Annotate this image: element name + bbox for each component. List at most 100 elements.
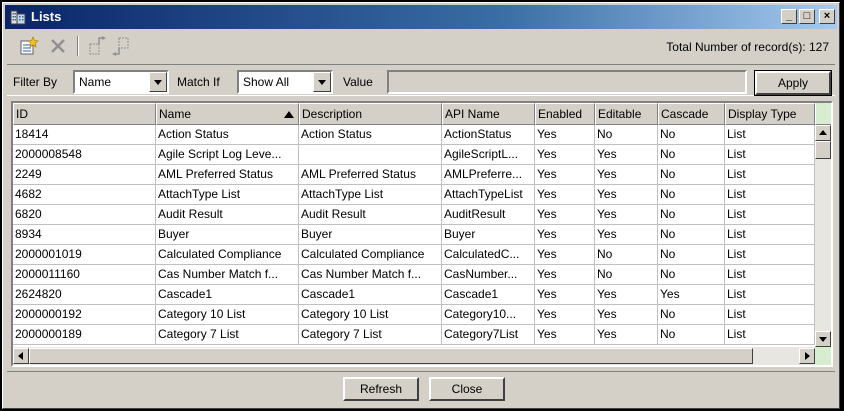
table-cell: Yes [535, 205, 595, 225]
table-row[interactable]: 2000011160 Cas Number Match f... Cas Numbe… [13, 265, 815, 285]
window-title: Lists [31, 9, 62, 24]
vertical-scroll-thumb[interactable] [815, 141, 831, 159]
table-row[interactable]: 2624820 Cascade1 Cascade1 Cascade1 Yes Yes Yes… [13, 285, 815, 305]
table-row[interactable]: 2000000189 Category 7 List Category 7 List… [13, 325, 815, 345]
column-header[interactable]: Description [299, 103, 442, 125]
scroll-up-button[interactable] [815, 125, 831, 141]
table-cell: 4682 [13, 185, 156, 205]
table-cell: Yes [535, 285, 595, 305]
table-cell: List [725, 305, 815, 325]
maximize-button[interactable]: □ [799, 9, 815, 24]
table-cell: Yes [535, 305, 595, 325]
close-button[interactable]: Close [429, 377, 505, 401]
table-cell: Yes [535, 165, 595, 185]
column-header[interactable]: ID [13, 103, 156, 125]
table-cell: Yes [595, 145, 658, 165]
table-cell: No [595, 265, 658, 285]
footer: Refresh Close [7, 371, 835, 407]
table-cell: Buyer [156, 225, 299, 245]
table-cell: List [725, 265, 815, 285]
new-list-icon[interactable] [17, 35, 39, 57]
table-cell: AuditResult [442, 205, 535, 225]
table-header: ID Name Description API Name Enabled Editable… [13, 103, 831, 125]
sort-ascending-icon [284, 111, 294, 118]
table-cell: Agile Script Log Leve... [156, 145, 299, 165]
filter-by-select[interactable]: Name [73, 70, 169, 94]
table-cell: AML Preferred Status [299, 165, 442, 185]
table-row[interactable]: 2000000192 Category 10 List Category 10 Li… [13, 305, 815, 325]
value-input[interactable] [387, 70, 747, 94]
column-header[interactable]: Cascade [658, 103, 725, 125]
table-cell: Yes [595, 225, 658, 245]
column-header[interactable]: Display Type [725, 103, 815, 125]
horizontal-scrollbar[interactable] [13, 347, 815, 365]
scroll-down-button[interactable] [815, 331, 831, 347]
table-cell: Calculated Compliance [299, 245, 442, 265]
header-filler [815, 103, 831, 125]
table-cell: Yes [535, 265, 595, 285]
table-cell: Buyer [442, 225, 535, 245]
table-row[interactable]: 2249 AML Preferred Status AML Preferred St… [13, 165, 815, 185]
close-icon: × [823, 10, 831, 22]
table-cell: No [658, 145, 725, 165]
table-cell: 6820 [13, 205, 156, 225]
chevron-down-icon[interactable] [313, 72, 331, 92]
column-header[interactable]: Editable [595, 103, 658, 125]
table-cell: 2000000192 [13, 305, 156, 325]
match-if-label: Match If [177, 75, 220, 89]
column-header[interactable]: Name [156, 103, 299, 125]
table-cell: List [725, 125, 815, 145]
table-row[interactable]: 4682 AttachType List AttachType List Attach… [13, 185, 815, 205]
match-if-select[interactable]: Show All [237, 70, 333, 94]
table-cell: Yes [658, 285, 725, 305]
filter-by-label: Filter By [13, 75, 58, 89]
table-cell: List [725, 165, 815, 185]
table-row[interactable]: 18414 Action Status Action Status ActionSta… [13, 125, 815, 145]
apply-button[interactable]: Apply [754, 70, 832, 96]
column-header[interactable]: Enabled [535, 103, 595, 125]
table-cell: 2249 [13, 165, 156, 185]
table-cell: 2000008548 [13, 145, 156, 165]
vertical-scrollbar[interactable] [815, 125, 831, 347]
table-cell: Cascade1 [299, 285, 442, 305]
scroll-left-button[interactable] [13, 348, 29, 364]
match-if-value: Show All [243, 75, 290, 89]
table-cell: CasNumber... [442, 265, 535, 285]
table-cell: Cas Number Match f... [156, 265, 299, 285]
column-header[interactable]: API Name [442, 103, 535, 125]
table-cell: Cascade1 [442, 285, 535, 305]
table-cell: 18414 [13, 125, 156, 145]
table-row[interactable]: 8934 Buyer Buyer Buyer Yes Yes No List [13, 225, 815, 245]
table-cell: Cas Number Match f... [299, 265, 442, 285]
close-window-button[interactable]: × [819, 9, 835, 24]
arrow-up-icon [819, 130, 827, 135]
table-row[interactable]: 2000001019 Calculated Compliance Calculate… [13, 245, 815, 265]
delete-icon[interactable] [47, 35, 69, 57]
record-count: Total Number of record(s): 127 [666, 40, 829, 54]
table-row[interactable]: 6820 Audit Result Audit Result AuditResult Y… [13, 205, 815, 225]
table-cell: Yes [535, 145, 595, 165]
table-cell: No [658, 125, 725, 145]
table-cell: Yes [595, 305, 658, 325]
refresh-button[interactable]: Refresh [343, 377, 419, 401]
table-cell: Category 7 List [299, 325, 442, 345]
move-up-icon[interactable] [85, 35, 107, 57]
table-cell: CalculatedC... [442, 245, 535, 265]
table-row[interactable]: 2000008548 Agile Script Log Leve... AgileS… [13, 145, 815, 165]
table-cell: 2000011160 [13, 265, 156, 285]
arrow-left-icon [18, 352, 23, 360]
table-cell: Audit Result [156, 205, 299, 225]
building-icon [10, 10, 26, 25]
table-cell: Category7List [442, 325, 535, 345]
table-cell: 8934 [13, 225, 156, 245]
minimize-button[interactable]: _ [781, 9, 797, 24]
chevron-down-icon[interactable] [149, 72, 167, 92]
title-bar[interactable]: Lists _ □ × [5, 5, 837, 29]
table-cell: AgileScriptL... [442, 145, 535, 165]
table-cell: Category 10 List [299, 305, 442, 325]
scroll-right-button[interactable] [799, 348, 815, 364]
horizontal-scroll-thumb[interactable] [29, 348, 753, 364]
move-down-icon[interactable] [111, 35, 133, 57]
table-cell: No [658, 225, 725, 245]
lists-window: Lists _ □ × Total Number of record(s): 1… [2, 2, 840, 409]
